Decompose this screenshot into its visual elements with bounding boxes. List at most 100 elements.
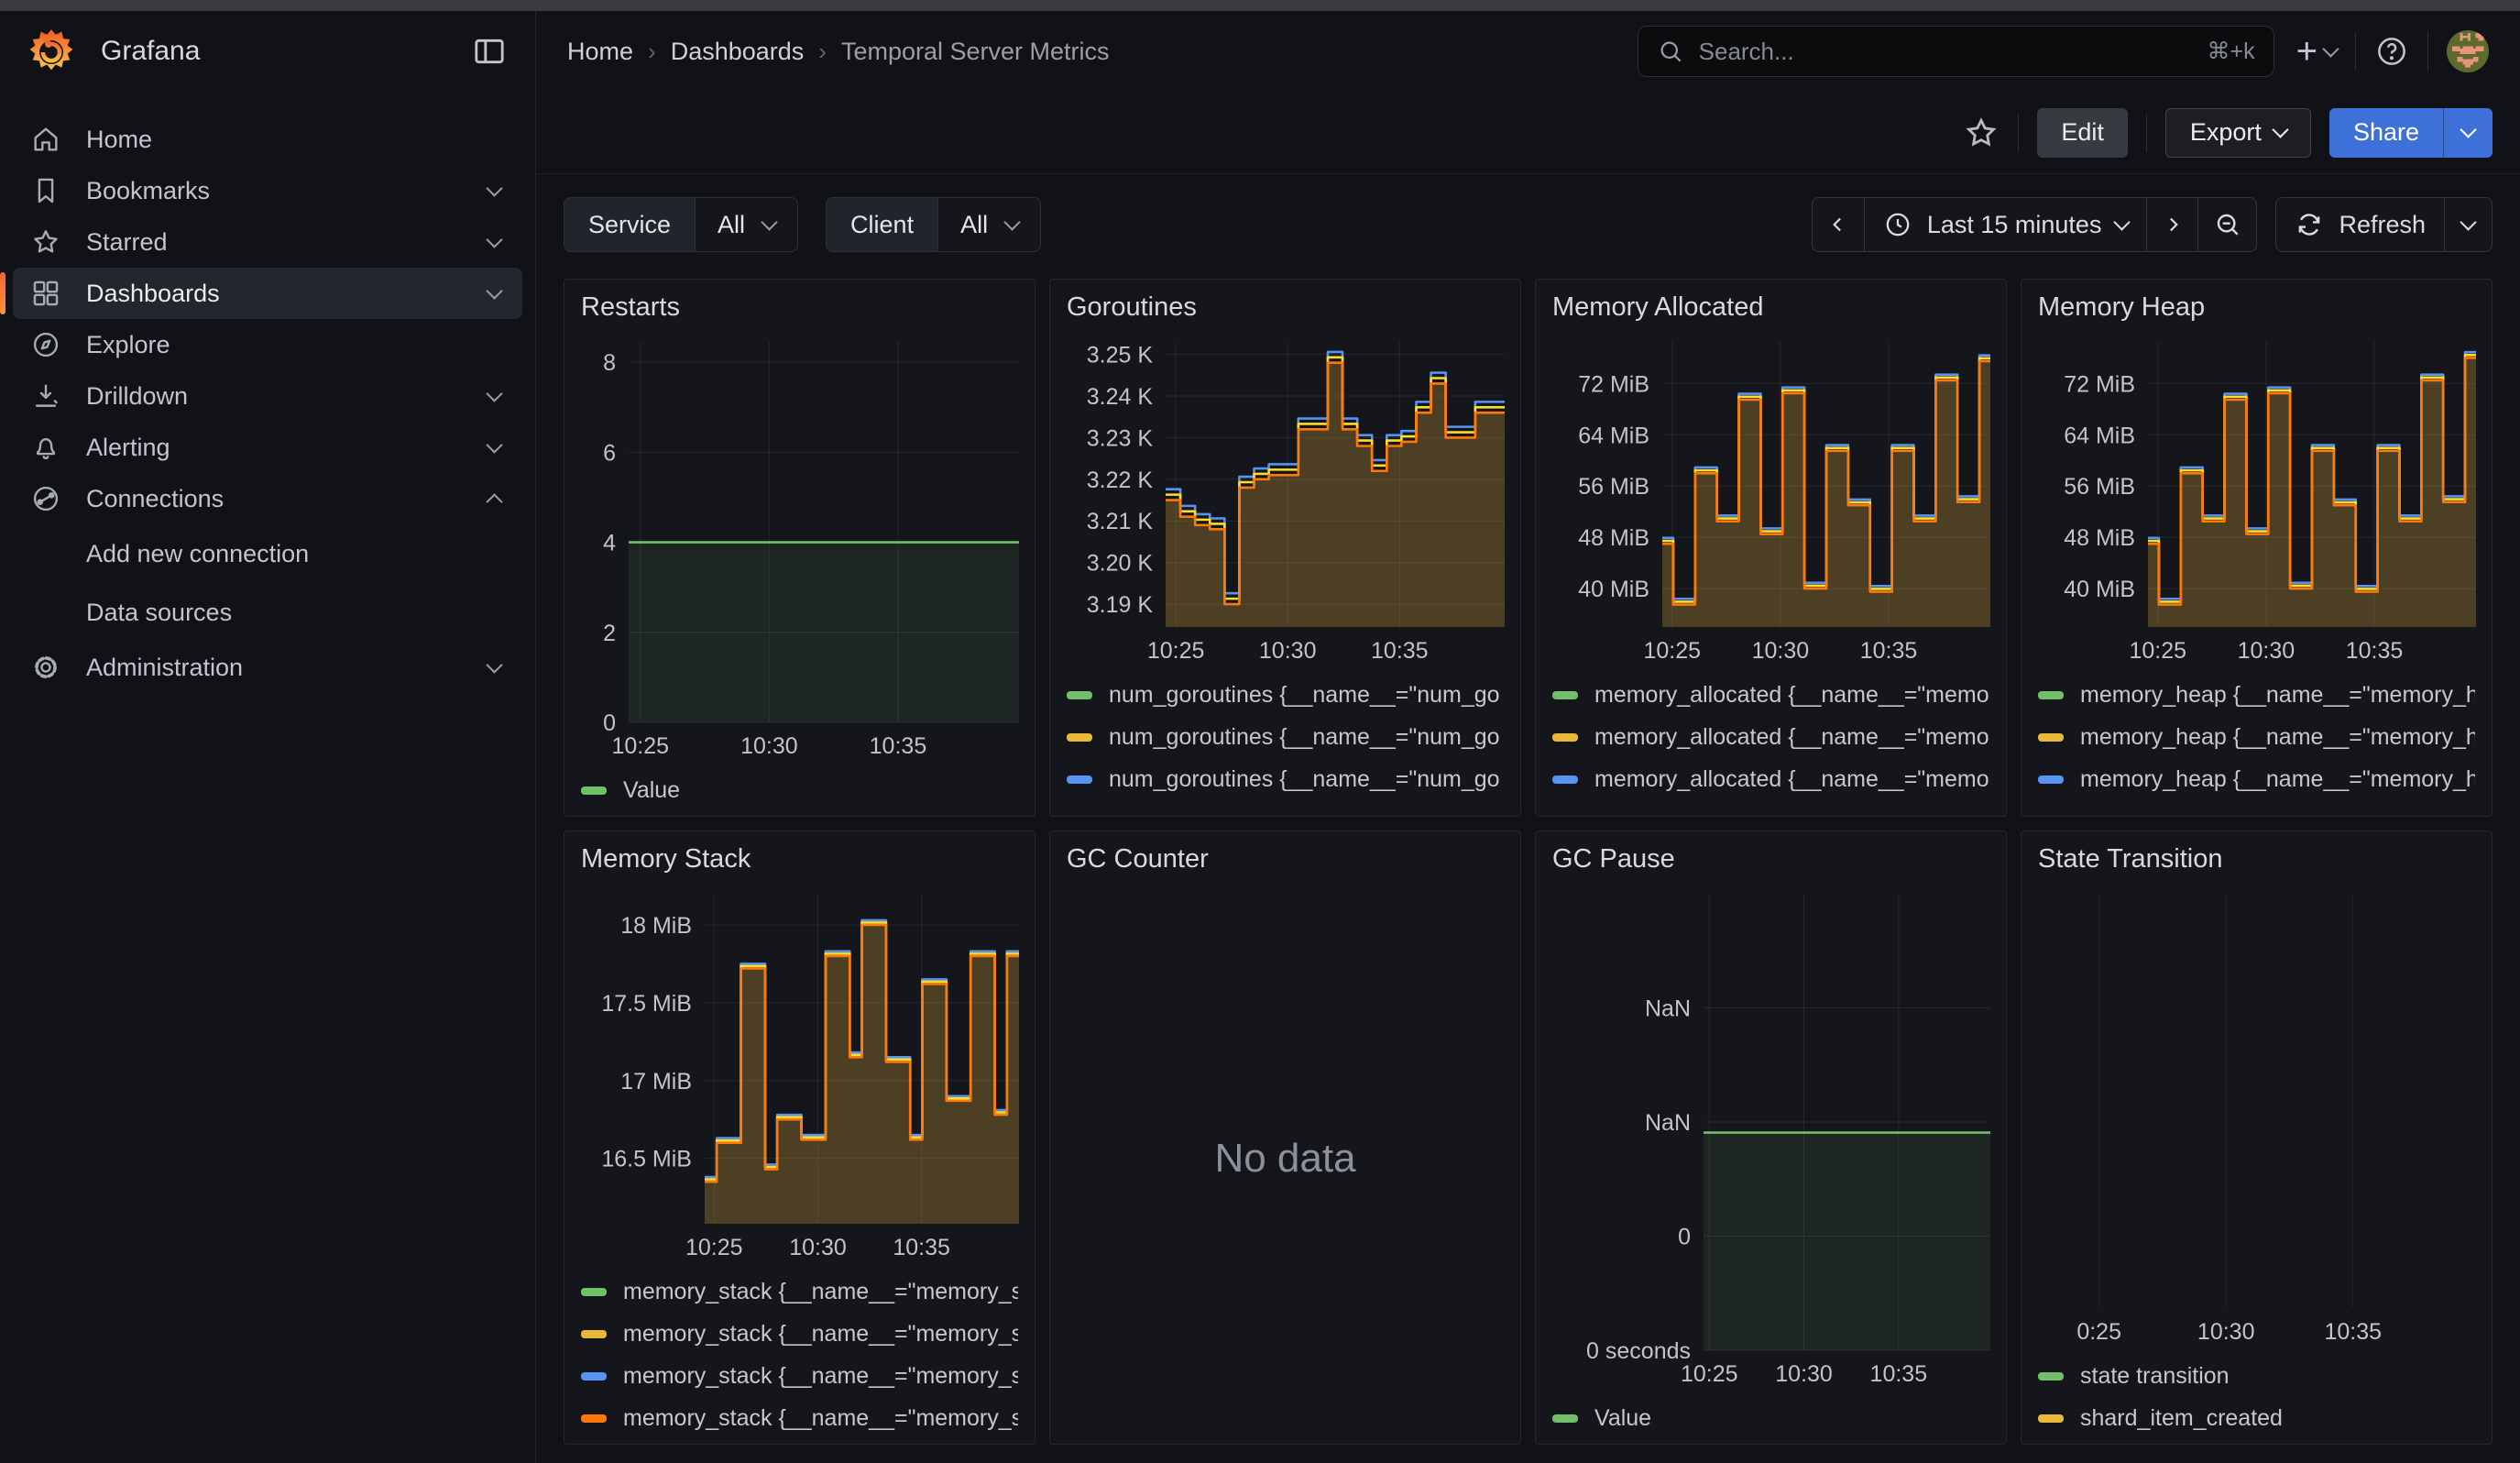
- service-filter[interactable]: Service All: [564, 197, 798, 252]
- export-button[interactable]: Export: [2165, 108, 2311, 158]
- sidebar: Grafana HomeBookmarksStarredDashboardsEx…: [0, 11, 536, 1463]
- legend-item[interactable]: num_goroutines {__name__="num_go: [1067, 716, 1504, 758]
- panel-title-memory-allocated[interactable]: Memory Allocated: [1552, 292, 1989, 333]
- legend-item[interactable]: memory_allocated {__name__="memo: [1552, 674, 1989, 716]
- sidebar-item-home[interactable]: Home: [13, 114, 522, 165]
- sidebar-item-starred[interactable]: Starred: [13, 216, 522, 268]
- time-range-button[interactable]: Last 15 minutes: [1864, 198, 2147, 251]
- breadcrumb-dashboards[interactable]: Dashboards: [671, 38, 805, 66]
- user-avatar[interactable]: [2447, 30, 2489, 72]
- panel-title-state-transition[interactable]: State Transition: [2038, 844, 2475, 885]
- breadcrumb-home[interactable]: Home: [567, 38, 633, 66]
- chart-gc-pause[interactable]: NaNNaN00 seconds10:2510:3010:35: [1552, 885, 1989, 1397]
- svg-text:10:35: 10:35: [893, 1235, 950, 1260]
- legend-item[interactable]: num_goroutines {__name__="num_go: [1067, 758, 1504, 800]
- panel-title-gc-counter[interactable]: GC Counter: [1067, 844, 1504, 885]
- svg-text:NaN: NaN: [1645, 996, 1691, 1022]
- sidebar-item-data-sources[interactable]: Data sources: [13, 583, 522, 642]
- time-shift-back-button[interactable]: [1813, 198, 1864, 251]
- chart-restarts[interactable]: 0246810:2510:3010:35: [581, 333, 1018, 769]
- plus-icon: +: [2296, 33, 2317, 70]
- time-shift-forward-button[interactable]: [2146, 198, 2197, 251]
- panel-restarts: Restarts0246810:2510:3010:35Value: [564, 279, 1035, 817]
- client-filter[interactable]: Client All: [826, 197, 1041, 252]
- svg-text:10:30: 10:30: [1775, 1361, 1833, 1387]
- sidebar-item-label: Starred: [86, 228, 168, 257]
- legend-label: memory_heap {__name__="memory_h: [2080, 682, 2475, 709]
- panel-grid: Restarts0246810:2510:3010:35ValueGorouti…: [564, 279, 2493, 1445]
- panel-title-goroutines[interactable]: Goroutines: [1067, 292, 1504, 333]
- chart-memory-stack[interactable]: 16.5 MiB17 MiB17.5 MiB18 MiB10:2510:3010…: [581, 885, 1018, 1270]
- sidebar-item-alerting[interactable]: Alerting: [13, 422, 522, 473]
- svg-text:17 MiB: 17 MiB: [620, 1069, 692, 1094]
- legend-item[interactable]: memory_allocated {__name__="memo: [1552, 758, 1989, 800]
- search-input[interactable]: Search... ⌘+k: [1638, 26, 2274, 77]
- svg-text:17.5 MiB: 17.5 MiB: [601, 991, 692, 1017]
- svg-text:10:35: 10:35: [870, 733, 927, 759]
- legend-item[interactable]: num_goroutines {__name__="num_go: [1067, 800, 1504, 811]
- help-button[interactable]: [2374, 34, 2409, 69]
- chevron-down-icon: [486, 231, 502, 248]
- legend-item[interactable]: memory_heap {__name__="memory_h: [2038, 800, 2475, 811]
- share-options-button[interactable]: [2443, 108, 2493, 158]
- refresh-button[interactable]: Refresh: [2276, 198, 2444, 251]
- refresh-interval-button[interactable]: [2444, 198, 2492, 251]
- legend-item[interactable]: memory_stack {__name__="memory_s: [581, 1270, 1018, 1313]
- legend-item[interactable]: state transition: [2038, 1355, 2475, 1397]
- zoom-out-time-button[interactable]: [2197, 198, 2256, 251]
- edit-button[interactable]: Edit: [2037, 108, 2128, 158]
- add-new-button[interactable]: +: [2296, 33, 2337, 70]
- sidebar-item-dashboards[interactable]: Dashboards: [13, 268, 522, 319]
- panel-title-memory-stack[interactable]: Memory Stack: [581, 844, 1018, 885]
- panel-state-transition: State Transition0:2510:3010:35 state tran…: [2021, 830, 2493, 1445]
- legend-item[interactable]: Value: [581, 769, 1018, 811]
- legend-item[interactable]: shard_item_created: [2038, 1397, 2475, 1439]
- divider: [2427, 32, 2428, 71]
- legend-item[interactable]: memory_heap {__name__="memory_h: [2038, 674, 2475, 716]
- legend-item[interactable]: num_goroutines {__name__="num_go: [1067, 674, 1504, 716]
- chart-memory-heap[interactable]: 40 MiB48 MiB56 MiB64 MiB72 MiB10:2510:30…: [2038, 333, 2475, 674]
- sidebar-item-bookmarks[interactable]: Bookmarks: [13, 165, 522, 216]
- legend-item[interactable]: memory_stack {__name__="memory_s: [581, 1313, 1018, 1355]
- bell-icon: [29, 432, 62, 463]
- grafana-logo-icon: [27, 28, 75, 75]
- sidebar-item-add-new-connection[interactable]: Add new connection: [13, 524, 522, 583]
- panel-title-gc-pause[interactable]: GC Pause: [1552, 844, 1989, 885]
- svg-text:4: 4: [603, 531, 616, 556]
- legend-item[interactable]: memory_heap {__name__="memory_h: [2038, 758, 2475, 800]
- legend-item[interactable]: memory_heap {__name__="memory_h: [2038, 716, 2475, 758]
- panel-title-restarts[interactable]: Restarts: [581, 292, 1018, 333]
- sidebar-item-label: Dashboards: [86, 280, 220, 308]
- sidebar-toggle-icon[interactable]: [471, 33, 508, 70]
- sidebar-item-administration[interactable]: Administration: [13, 642, 522, 693]
- legend-item[interactable]: memory_stack {__name__="memory_s: [581, 1355, 1018, 1397]
- svg-text:3.21 K: 3.21 K: [1087, 509, 1154, 534]
- chart-state-transition[interactable]: 0:2510:3010:35: [2038, 885, 2475, 1355]
- service-filter-value[interactable]: All: [695, 198, 797, 251]
- svg-text:18 MiB: 18 MiB: [620, 913, 692, 939]
- legend-label: state transition: [2080, 1363, 2230, 1390]
- legend-label: memory_allocated {__name__="memo: [1594, 766, 1989, 793]
- chart-memory-allocated[interactable]: 40 MiB48 MiB56 MiB64 MiB72 MiB10:2510:30…: [1552, 333, 1989, 674]
- legend-item[interactable]: Value: [1552, 1397, 1989, 1439]
- sidebar-item-explore[interactable]: Explore: [13, 319, 522, 370]
- share-button[interactable]: Share: [2329, 108, 2493, 158]
- svg-text:6: 6: [603, 440, 616, 466]
- panel-gc-pause: GC PauseNaNNaN00 seconds10:2510:3010:35V…: [1535, 830, 2007, 1445]
- legend-item[interactable]: memory_allocated {__name__="memo: [1552, 716, 1989, 758]
- client-filter-value[interactable]: All: [937, 198, 1040, 251]
- chart-goroutines[interactable]: 3.19 K3.20 K3.21 K3.22 K3.23 K3.24 K3.25…: [1067, 333, 1504, 674]
- legend-label: memory_stack {__name__="memory_s: [623, 1321, 1018, 1348]
- favorite-star-button[interactable]: [1963, 115, 2000, 151]
- panel-title-memory-heap[interactable]: Memory Heap: [2038, 292, 2475, 333]
- legend-item[interactable]: memory_stack {__name__="memory_s: [581, 1397, 1018, 1439]
- sidebar-item-label: Connections: [86, 485, 224, 513]
- svg-text:48 MiB: 48 MiB: [2064, 525, 2135, 551]
- legend-item[interactable]: memory_allocated {__name__="memo: [1552, 800, 1989, 811]
- chevron-down-icon: [2272, 121, 2288, 138]
- top-header: Home › Dashboards › Temporal Server Metr…: [536, 11, 2520, 92]
- sidebar-item-drilldown[interactable]: Drilldown: [13, 370, 522, 422]
- sidebar-item-connections[interactable]: Connections: [13, 473, 522, 524]
- search-placeholder: Search...: [1699, 38, 1794, 66]
- legend-label: memory_allocated {__name__="memo: [1594, 682, 1989, 709]
